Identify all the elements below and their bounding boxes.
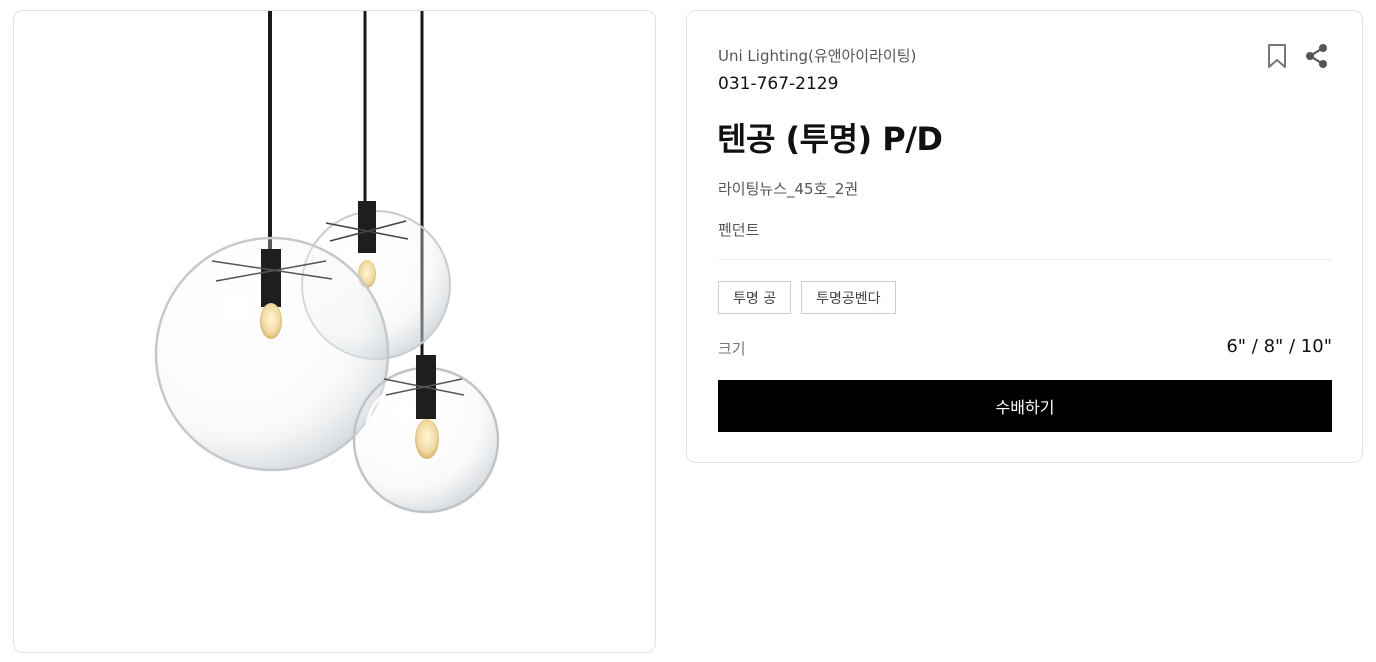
size-label: 크기 — [718, 340, 746, 358]
bookmark-button[interactable] — [1263, 41, 1291, 71]
product-title: 텐공 (투명) P/D — [717, 120, 943, 158]
brand-name: Uni Lighting(유앤아이라이팅) — [718, 47, 917, 65]
product-image — [13, 10, 656, 653]
order-button[interactable]: 수배하기 — [718, 380, 1332, 432]
product-info-card: Uni Lighting(유앤아이라이팅) 031-767-2129 텐공 (투… — [686, 10, 1363, 463]
pendant-lamp-illustration — [154, 11, 500, 514]
tag-chip[interactable]: 투명공벤다 — [801, 281, 896, 314]
tag-list: 투명 공 투명공벤다 — [718, 281, 896, 314]
bookmark-icon — [1268, 44, 1286, 68]
share-button[interactable] — [1303, 41, 1331, 71]
size-value: 6" / 8" / 10" — [1226, 336, 1332, 357]
phone-number: 031-767-2129 — [718, 74, 839, 94]
tag-chip[interactable]: 투명 공 — [718, 281, 792, 314]
share-icon — [1306, 44, 1327, 68]
category-name: 펜던트 — [718, 221, 760, 239]
divider — [718, 259, 1332, 260]
catalog-name: 라이팅뉴스_45호_2권 — [718, 180, 859, 198]
